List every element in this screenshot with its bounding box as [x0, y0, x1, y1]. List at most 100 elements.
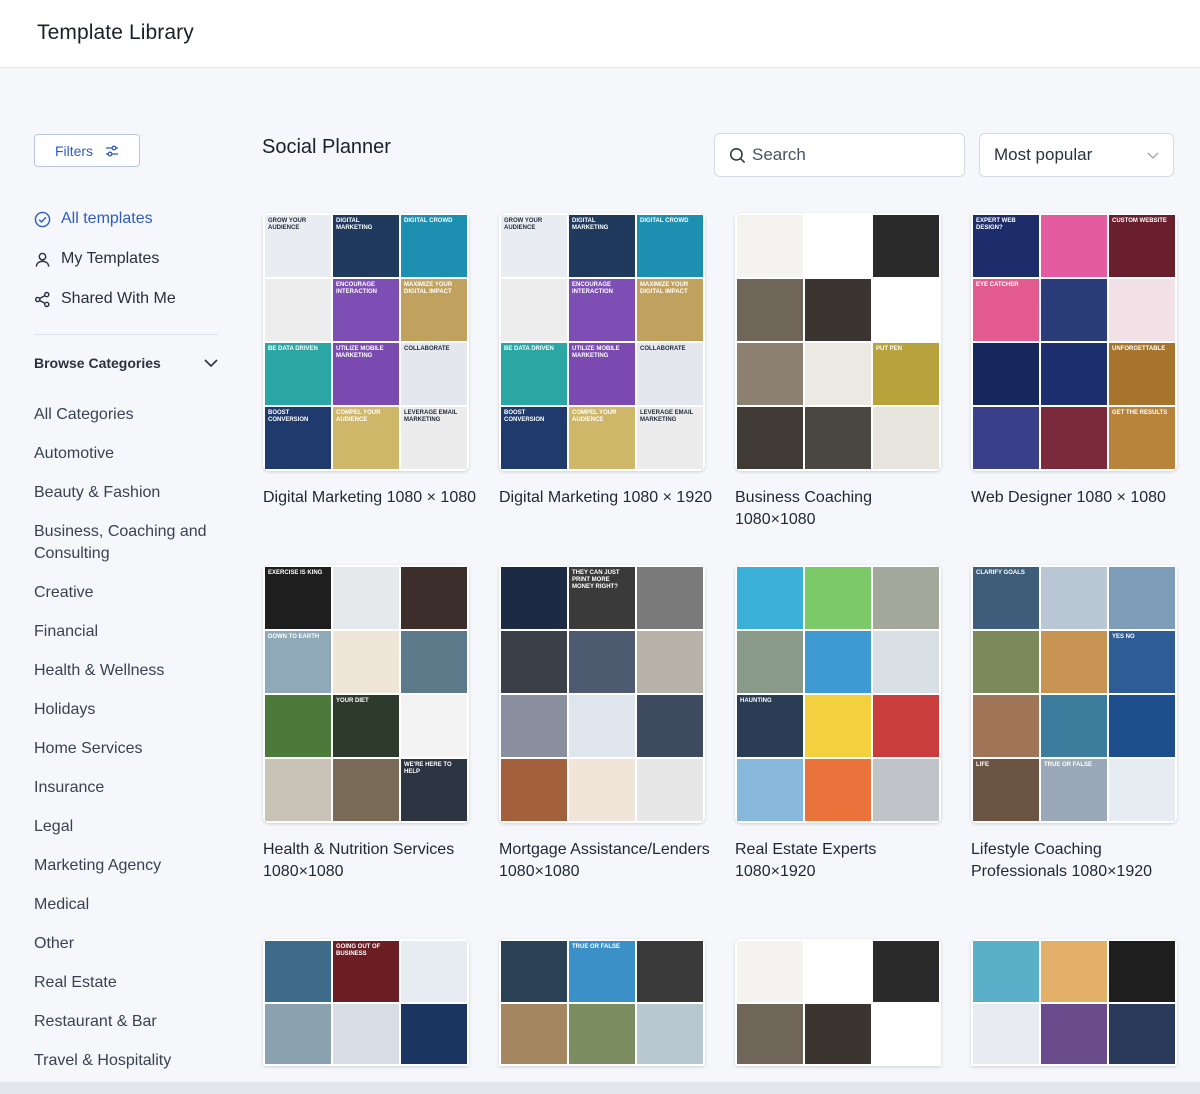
category-item[interactable]: All Categories — [34, 404, 224, 426]
thumbnail-tile — [873, 215, 939, 277]
thumbnail-tile — [333, 567, 399, 629]
category-item[interactable]: Beauty & Fashion — [34, 482, 224, 504]
nav-label: Shared With Me — [61, 290, 176, 307]
thumbnail-tile — [401, 941, 467, 1002]
template-card[interactable]: Put Pen Business Coaching 1080×1080 — [735, 213, 941, 531]
thumbnail-tile — [1041, 631, 1107, 693]
tile-text: Encourage Interaction — [572, 282, 613, 295]
sort-select[interactable]: Most popular — [979, 133, 1174, 177]
category-item[interactable]: Health & Wellness — [34, 660, 224, 682]
thumbnail-tile — [569, 631, 635, 693]
thumbnail-tile — [805, 343, 871, 405]
thumbnail-tile: Custom Website — [1109, 215, 1175, 277]
template-card-title[interactable]: Health & Nutrition Services 1080×1080 — [263, 839, 478, 883]
tile-text: Get The Results — [1112, 410, 1168, 416]
category-item[interactable]: Creative — [34, 582, 224, 604]
nav-all-templates[interactable]: All templates — [34, 206, 153, 232]
category-item[interactable]: Marketing Agency — [34, 855, 224, 877]
thumbnail-tile — [1109, 941, 1175, 1002]
search-input[interactable] — [752, 145, 952, 165]
category-item[interactable]: Financial — [34, 621, 224, 643]
category-item[interactable]: Insurance — [34, 777, 224, 799]
nav-my-templates[interactable]: My Templates — [34, 246, 159, 272]
thumbnail-tile: Leverage Email Marketing — [401, 407, 467, 469]
template-card[interactable] — [735, 939, 941, 1066]
thumbnail-tile — [737, 1003, 803, 1064]
template-card[interactable]: True Or False — [499, 939, 705, 1066]
thumbnail-tile: Be Data Driven — [265, 343, 331, 405]
category-item[interactable]: Medical — [34, 894, 224, 916]
tile-text: Encourage Interaction — [336, 282, 377, 295]
tile-text: Collaborate — [404, 346, 450, 352]
tile-text: Digital Crowd — [640, 218, 689, 224]
tile-text: True Or False — [572, 944, 621, 950]
thumbnail-tile: Digital Crowd — [637, 215, 703, 277]
tile-text: Compel Your Audience — [572, 410, 617, 423]
nav-shared-with-me[interactable]: Shared With Me — [34, 286, 176, 312]
template-card[interactable]: Clarify Goals Yes No Life True Or False Life… — [971, 565, 1177, 883]
template-card[interactable]: Grow Your Audience Digital Marketing Digit… — [263, 213, 476, 509]
filters-button[interactable]: Filters — [34, 134, 140, 167]
template-thumbnail[interactable]: Put Pen — [735, 213, 941, 471]
thumbnail-tile — [873, 1003, 939, 1064]
category-item[interactable]: Other — [34, 933, 224, 955]
thumbnail-tile: Down To Earth — [265, 631, 331, 693]
template-thumbnail[interactable]: Exercise Is King Down To Earth Your Diet We… — [263, 565, 469, 823]
template-thumbnail[interactable] — [971, 939, 1177, 1066]
template-card-title[interactable]: Digital Marketing 1080 × 1080 — [263, 487, 478, 509]
template-thumbnail[interactable]: Clarify Goals Yes No Life True Or False — [971, 565, 1177, 823]
template-card-title[interactable]: Digital Marketing 1080 × 1920 — [499, 487, 714, 509]
category-item[interactable]: Legal — [34, 816, 224, 838]
browse-categories-toggle[interactable]: Browse Categories — [34, 351, 218, 375]
category-item[interactable]: Automotive — [34, 443, 224, 465]
thumbnail-tile: Put Pen — [873, 343, 939, 405]
top-bar: Template Library — [0, 0, 1200, 68]
tile-text: Your Diet — [336, 698, 369, 704]
template-card[interactable]: Haunting Real Estate Experts 1080×1920 — [735, 565, 941, 883]
filters-label: Filters — [54, 142, 94, 159]
tile-text: Be Data Driven — [504, 346, 554, 352]
template-thumbnail[interactable]: True Or False — [499, 939, 705, 1066]
tile-text: Leverage Email Marketing — [404, 410, 458, 423]
template-card[interactable]: Grow Your Audience Digital Marketing Digit… — [499, 213, 712, 509]
thumbnail-tile — [973, 1003, 1039, 1064]
template-thumbnail[interactable] — [735, 939, 941, 1066]
category-item[interactable]: Restaurant & Bar — [34, 1011, 224, 1033]
template-card[interactable]: Going Out Of Business — [263, 939, 469, 1066]
category-item[interactable]: Home Services — [34, 738, 224, 760]
template-card[interactable] — [971, 939, 1177, 1066]
template-card[interactable]: Expert Web Design? Custom Website Eye Catc… — [971, 213, 1177, 509]
category-item[interactable]: Holidays — [34, 699, 224, 721]
thumbnail-tile — [501, 695, 567, 757]
template-thumbnail[interactable]: Grow Your Audience Digital Marketing Digit… — [499, 213, 705, 471]
thumbnail-tile — [1041, 279, 1107, 341]
template-thumbnail[interactable]: They Can Just Print More Money Right? — [499, 565, 705, 823]
thumbnail-tile — [737, 941, 803, 1002]
nav-label: All templates — [61, 210, 153, 227]
tile-text: Collaborate — [640, 346, 686, 352]
template-card[interactable]: Exercise Is King Down To Earth Your Diet We… — [263, 565, 469, 883]
thumbnail-tile — [873, 631, 939, 693]
template-thumbnail[interactable]: Grow Your Audience Digital Marketing Digit… — [263, 213, 469, 471]
tile-text: Leverage Email Marketing — [640, 410, 694, 423]
search-box[interactable] — [714, 133, 965, 177]
thumbnail-tile — [637, 941, 703, 1002]
template-card-title[interactable]: Lifestyle Coaching Professionals 1080×19… — [971, 839, 1186, 883]
template-card-title[interactable]: Web Designer 1080 × 1080 — [971, 487, 1186, 509]
category-item[interactable]: Real Estate — [34, 972, 224, 994]
template-card[interactable]: They Can Just Print More Money Right? Mor… — [499, 565, 710, 883]
category-item[interactable]: Travel & Hospitality — [34, 1050, 224, 1072]
template-card-title[interactable]: Real Estate Experts 1080×1920 — [735, 839, 950, 883]
thumbnail-tile — [873, 941, 939, 1002]
category-item[interactable]: Business, Coaching and Consulting — [34, 521, 224, 565]
tile-text: Haunting — [740, 698, 772, 704]
tile-text: Be Data Driven — [268, 346, 318, 352]
template-card-title[interactable]: Business Coaching 1080×1080 — [735, 487, 950, 531]
thumbnail-tile — [333, 759, 399, 821]
template-thumbnail[interactable]: Expert Web Design? Custom Website Eye Catc… — [971, 213, 1177, 471]
template-card-title[interactable]: Mortgage Assistance/Lenders 1080×1080 — [499, 839, 714, 883]
thumbnail-tile — [501, 759, 567, 821]
template-thumbnail[interactable]: Haunting — [735, 565, 941, 823]
tile-text: Boost Conversion — [504, 410, 545, 423]
template-thumbnail[interactable]: Going Out Of Business — [263, 939, 469, 1066]
